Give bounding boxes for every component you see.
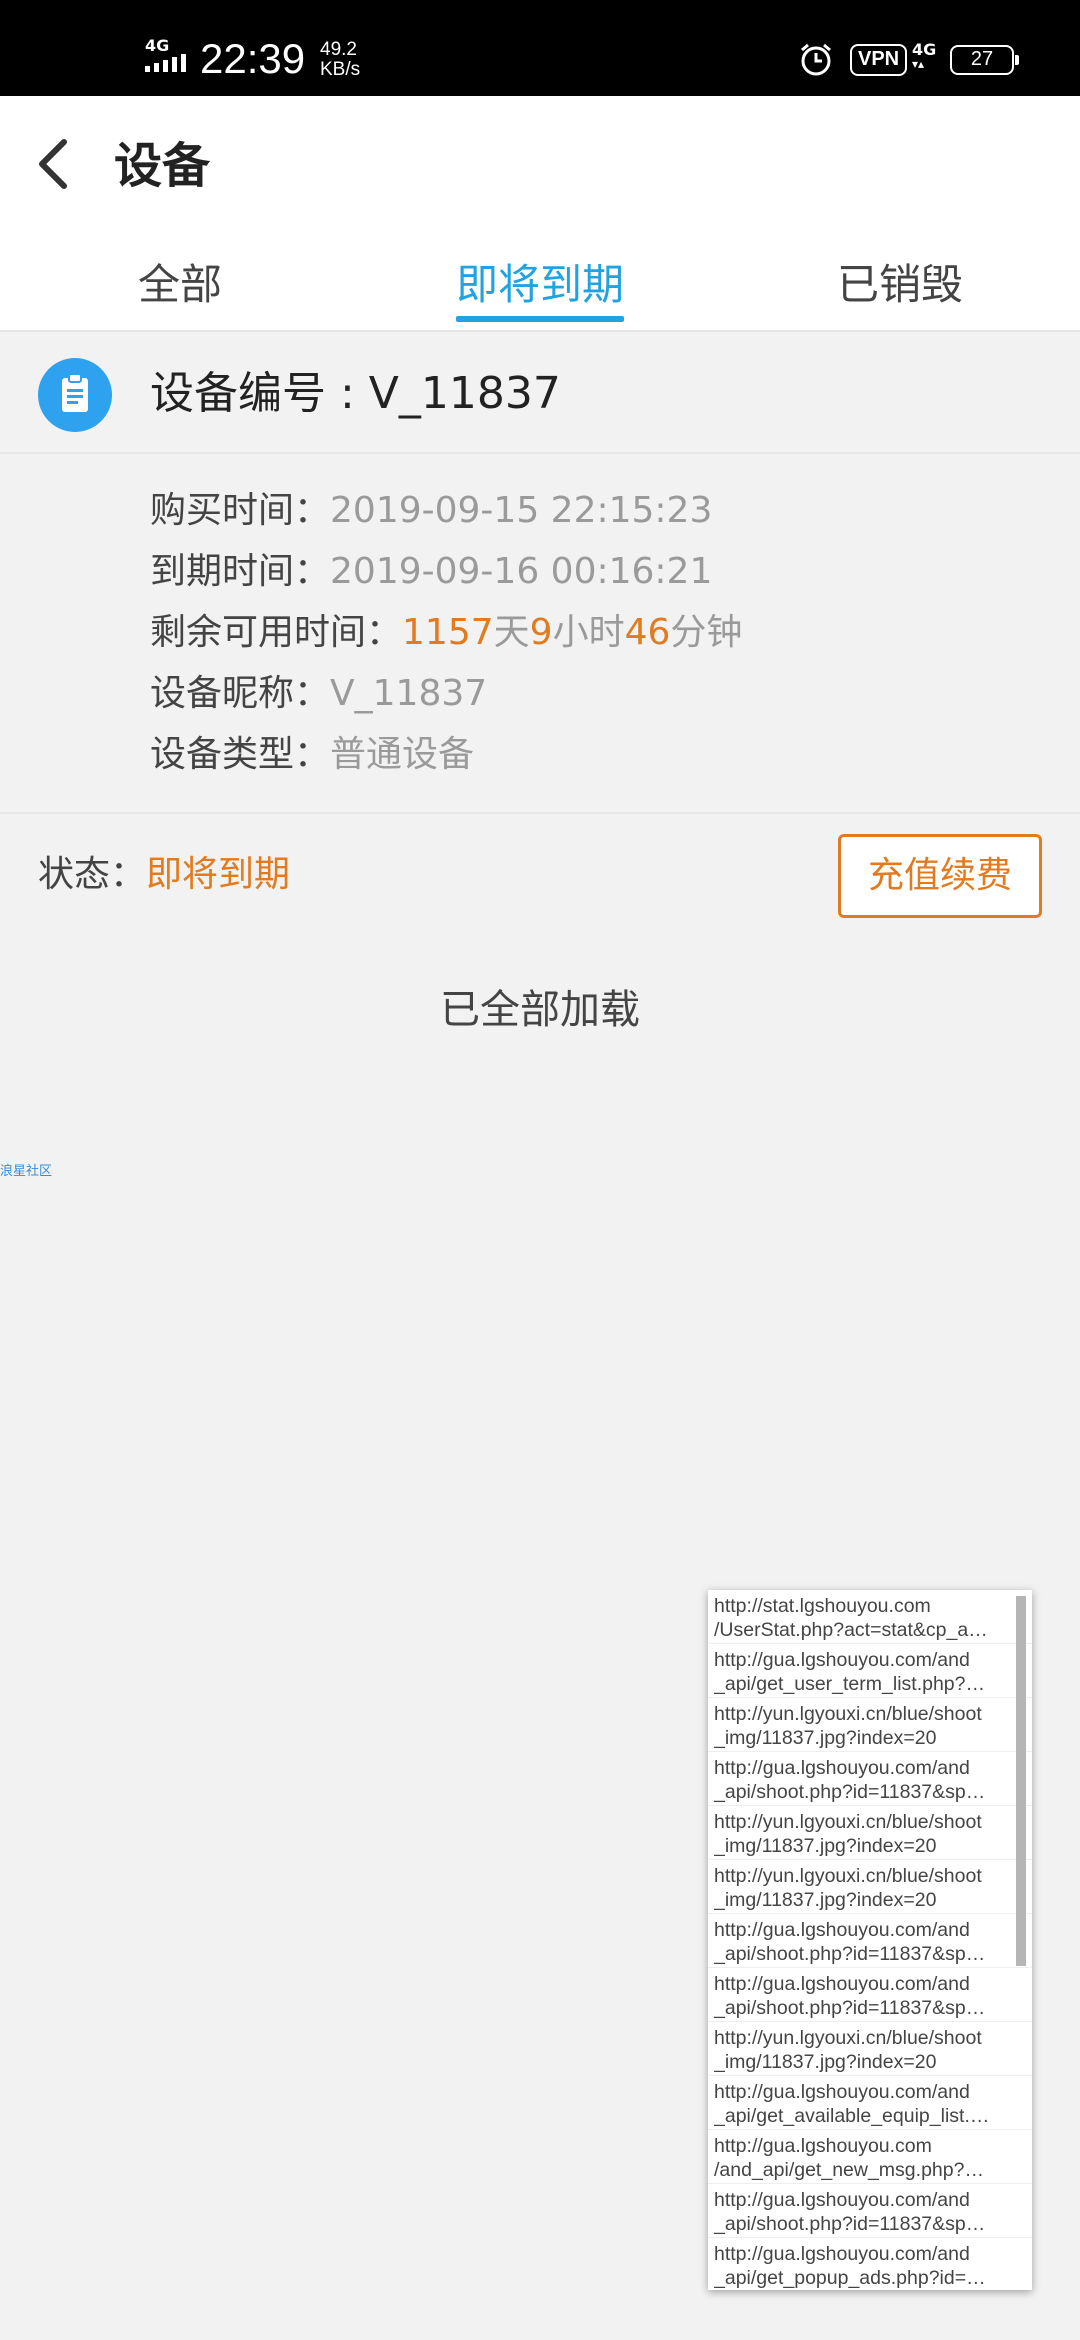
url-log-line: http://gua.lgshouyou.com/and [714, 2081, 970, 2103]
url-log-line: _api/shoot.php?id=11837&sp… [714, 2213, 986, 2235]
remaining-hours-unit: 小时 [552, 612, 625, 653]
url-log-line: _api/get_popup_ads.php?id=… [714, 2267, 986, 2289]
url-log-line: http://gua.lgshouyou.com/and [714, 2189, 970, 2211]
url-log-item[interactable]: http://gua.lgshouyou.com/and _api/shoot.p… [708, 1752, 1032, 1806]
tab-all[interactable]: 全部 [120, 260, 240, 320]
url-log-line: _img/11837.jpg?index=20 [714, 1727, 937, 1749]
speed-value: 49.2 [320, 39, 357, 60]
app-header: 设备 [0, 96, 1080, 236]
url-log-line: _api/get_available_equip_list.… [714, 2105, 990, 2127]
nickname-label: 设备昵称： [150, 673, 331, 714]
status-label: 状态： [38, 854, 147, 895]
url-log-line: http://yun.lgyouxi.cn/blue/shoot [714, 2027, 982, 2049]
url-log-line: http://gua.lgshouyou.com/and [714, 1649, 970, 1671]
all-loaded-text: 已全部加载 [440, 987, 640, 1033]
url-log-panel[interactable]: http://stat.lgshouyou.com/UserStat.php?a… [708, 1590, 1032, 2290]
tab-destroyed[interactable]: 已销毁 [830, 260, 970, 320]
remaining-days-unit: 天 [493, 612, 530, 653]
clipboard-icon [38, 358, 112, 432]
url-log-line: /and_api/get_new_msg.php?… [714, 2159, 984, 2181]
url-log-line: _api/get_user_term_list.php?… [714, 1673, 985, 1695]
device-type-row: 设备类型：普通设备 [150, 732, 474, 778]
url-log-line: http://yun.lgyouxi.cn/blue/shoot [714, 1811, 982, 1833]
url-log-line: http://yun.lgyouxi.cn/blue/shoot [714, 1703, 982, 1725]
expire-time-label: 到期时间： [150, 551, 331, 592]
status-text: 状态：即将到期 [38, 852, 290, 898]
tab-expiring[interactable]: 即将到期 [450, 260, 630, 320]
url-log-item[interactable]: http://gua.lgshouyou.com/and _api/shoot.p… [708, 2184, 1032, 2238]
device-card-header: 设备编号 : V_11837 [0, 334, 1080, 454]
url-log-line: http://gua.lgshouyou.com [714, 2135, 932, 2157]
remaining-minutes-unit: 分钟 [670, 612, 743, 653]
url-log-scrollbar[interactable] [1016, 1596, 1026, 1966]
url-log-item[interactable]: http://gua.lgshouyou.com/and _api/get_pop… [708, 2238, 1032, 2290]
url-log-item[interactable]: http://yun.lgyouxi.cn/blue/shoot _img/118… [708, 1698, 1032, 1752]
nickname-row: 设备昵称：V_11837 [150, 671, 487, 717]
device-id: 设备编号 : V_11837 [150, 368, 561, 419]
purchase-time-row: 购买时间：2019-09-15 22:15:23 [150, 488, 712, 534]
speed-unit: KB/s [320, 59, 361, 80]
url-log-line: _api/shoot.php?id=11837&sp… [714, 1943, 986, 1965]
url-log-line: http://yun.lgyouxi.cn/blue/shoot [714, 1865, 982, 1887]
alarm-icon [801, 43, 831, 76]
device-type-label: 设备类型： [150, 734, 331, 775]
vpn-icon: VPN [850, 44, 908, 76]
battery-icon: 27 [950, 45, 1019, 75]
url-log-item[interactable]: http://yun.lgyouxi.cn/blue/shoot _img/118… [708, 1860, 1032, 1914]
purchase-time-label: 购买时间： [150, 490, 331, 531]
status-bar: 4G 22:39 49.2 KB/s VPN 4G ▾▴ 27 [0, 0, 1080, 96]
device-info: 购买时间：2019-09-15 22:15:23 到期时间：2019-09-16… [0, 456, 1080, 814]
network-icon: 4G ▾▴ [912, 40, 937, 71]
url-log-item[interactable]: http://stat.lgshouyou.com/UserStat.php?a… [708, 1590, 1032, 1644]
url-log-line: _api/shoot.php?id=11837&sp… [714, 1997, 986, 2019]
expire-time-row: 到期时间：2019-09-16 00:16:21 [150, 549, 712, 595]
tab-bar: 全部 即将到期 已销毁 [0, 236, 1080, 332]
chevron-left-icon[interactable] [28, 134, 78, 194]
url-log-item[interactable]: http://gua.lgshouyou.com/and _api/shoot.p… [708, 1968, 1032, 2022]
signal-icon: 4G [145, 38, 189, 72]
url-log-line: _img/11837.jpg?index=20 [714, 2051, 937, 2073]
remaining-minutes: 46 [624, 612, 671, 653]
remaining-time-label: 剩余可用时间： [150, 612, 403, 653]
url-log-item[interactable]: http://yun.lgyouxi.cn/blue/shoot _img/118… [708, 1806, 1032, 1860]
url-log-item[interactable]: http://gua.lgshouyou.com/and _api/shoot.p… [708, 1914, 1032, 1968]
status-badge: 即将到期 [146, 854, 291, 895]
url-log-item[interactable]: http://yun.lgyouxi.cn/blue/shoot _img/118… [708, 2022, 1032, 2076]
device-type-value: 普通设备 [330, 734, 475, 775]
url-log-line: _img/11837.jpg?index=20 [714, 1889, 937, 1911]
url-log-line: http://gua.lgshouyou.com/and [714, 1919, 970, 1941]
url-log-line: /UserStat.php?act=stat&cp_a… [714, 1619, 988, 1641]
recharge-button[interactable]: 充值续费 [838, 834, 1042, 918]
url-log-item[interactable]: http://gua.lgshouyou.com/and _api/get_ava… [708, 2076, 1032, 2130]
tab-active-indicator [456, 316, 624, 322]
remaining-time-row: 剩余可用时间：1157天9小时46分钟 [150, 610, 742, 656]
url-log-line: http://gua.lgshouyou.com/and [714, 1757, 970, 1779]
purchase-time-value: 2019-09-15 22:15:23 [330, 490, 713, 531]
url-log-line: http://stat.lgshouyou.com [714, 1595, 931, 1617]
nickname-value: V_11837 [330, 673, 488, 714]
url-log-item[interactable]: http://gua.lgshouyou.com/and_api/get_new… [708, 2130, 1032, 2184]
status-row: 状态：即将到期 充值续费 [0, 814, 1080, 938]
url-log-line: _api/shoot.php?id=11837&sp… [714, 1781, 986, 1803]
network-speed: 49.2 KB/s [320, 40, 360, 80]
network-type-label: 4G [145, 36, 170, 55]
remaining-hours: 9 [529, 612, 553, 653]
expire-time-value: 2019-09-16 00:16:21 [330, 551, 713, 592]
url-log-line: http://gua.lgshouyou.com/and [714, 1973, 970, 1995]
page-title: 设备 [114, 138, 211, 194]
community-link[interactable]: 浪星社区 [0, 1160, 52, 1179]
url-log-line: http://gua.lgshouyou.com/and [714, 2243, 970, 2265]
url-log-item[interactable]: http://gua.lgshouyou.com/and _api/get_use… [708, 1644, 1032, 1698]
remaining-days: 1157 [402, 612, 494, 653]
url-log-line: _img/11837.jpg?index=20 [714, 1835, 937, 1857]
clock: 22:39 [200, 35, 306, 82]
